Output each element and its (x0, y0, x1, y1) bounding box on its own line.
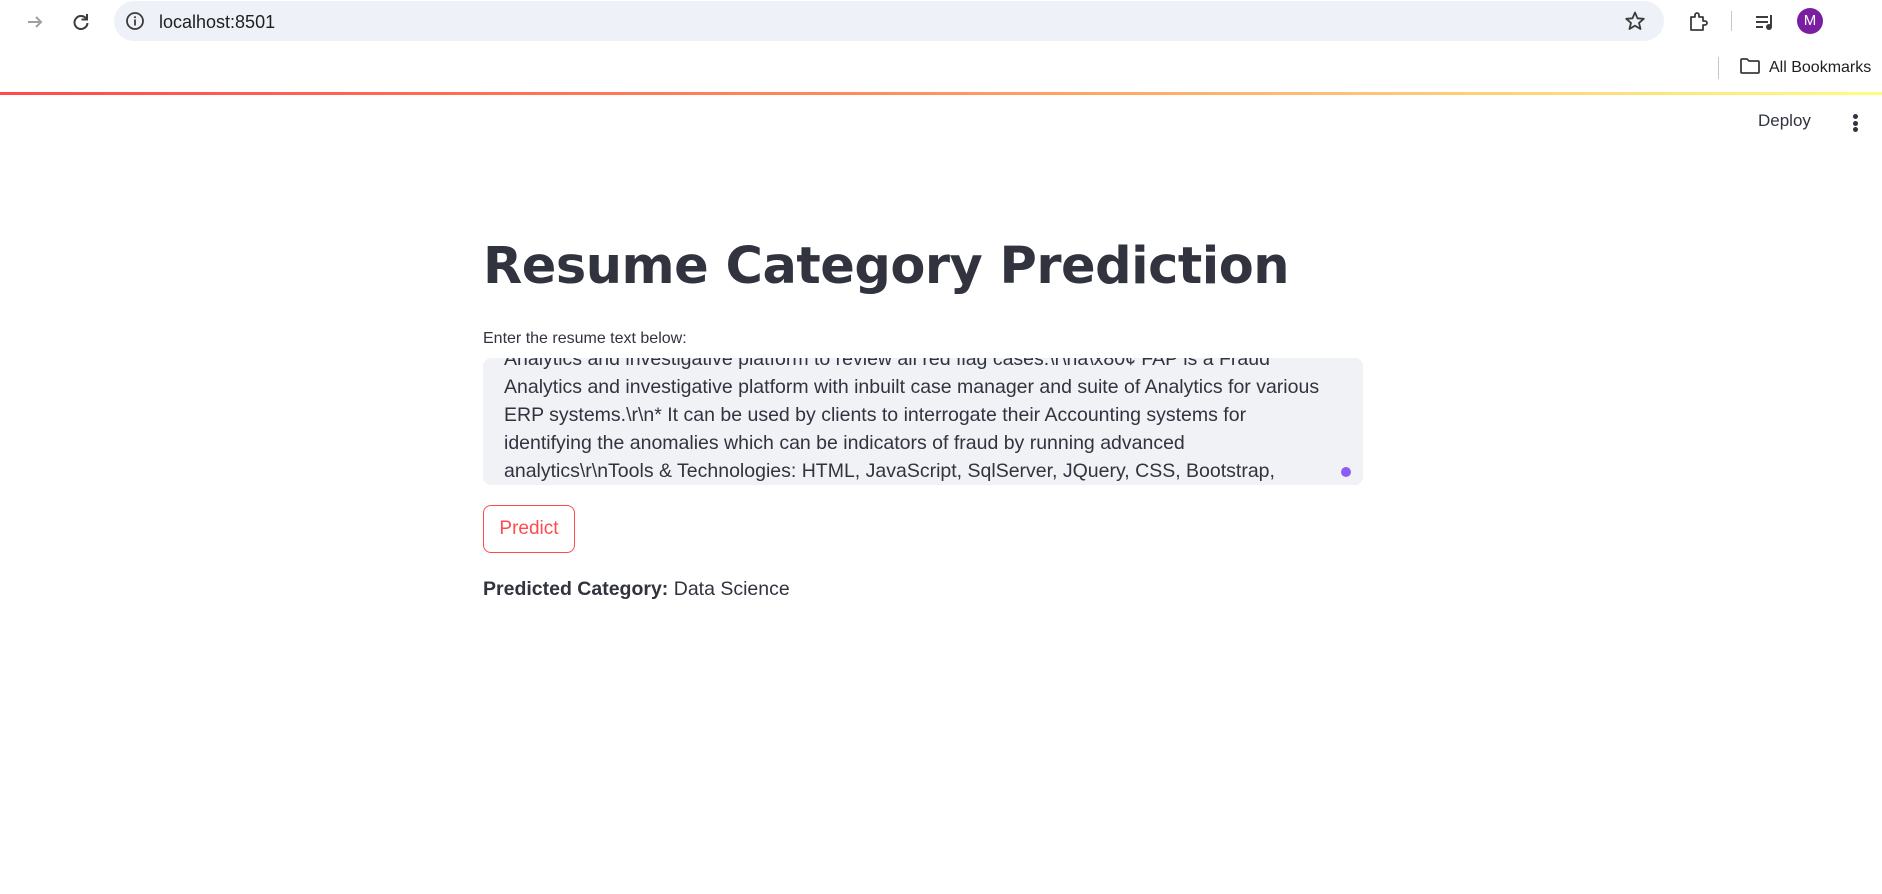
all-bookmarks-label: All Bookmarks (1769, 59, 1872, 76)
bookmarks-bar: All Bookmarks (0, 43, 1882, 92)
extensions-icon[interactable] (1685, 9, 1711, 35)
bookmarks-divider (1718, 57, 1719, 79)
prediction-result: Predicted Category: Data Science (483, 578, 790, 601)
page-title: Resume Category Prediction (483, 237, 1290, 296)
media-control-icon[interactable] (1752, 9, 1778, 35)
browser-toolbar: localhost:8501 M (0, 0, 1882, 43)
resume-textarea[interactable]: Analytics and investigative platform to … (483, 358, 1363, 485)
result-value: Data Science (673, 578, 790, 600)
toolbar-divider (1731, 11, 1732, 31)
site-info-icon[interactable] (125, 11, 145, 31)
profile-avatar[interactable]: M (1797, 8, 1823, 34)
folder-icon (1739, 57, 1761, 80)
predict-button[interactable]: Predict (483, 505, 575, 553)
forward-icon[interactable] (21, 8, 49, 36)
all-bookmarks-button[interactable]: All Bookmarks (1739, 57, 1871, 79)
reload-icon[interactable] (67, 8, 95, 36)
resume-text-label: Enter the resume text below: (483, 330, 687, 347)
deploy-button[interactable]: Deploy (1758, 111, 1811, 131)
url-text[interactable]: localhost:8501 (159, 12, 275, 33)
resume-textarea-value[interactable]: Analytics and investigative platform to … (504, 358, 1333, 485)
bookmark-star-icon[interactable] (1624, 10, 1646, 32)
header-decoration (0, 92, 1882, 95)
address-bar[interactable]: localhost:8501 (114, 1, 1664, 41)
main-menu-icon[interactable] (1845, 112, 1865, 134)
result-label: Predicted Category: (483, 578, 669, 600)
textarea-resize-handle[interactable] (1341, 467, 1351, 477)
